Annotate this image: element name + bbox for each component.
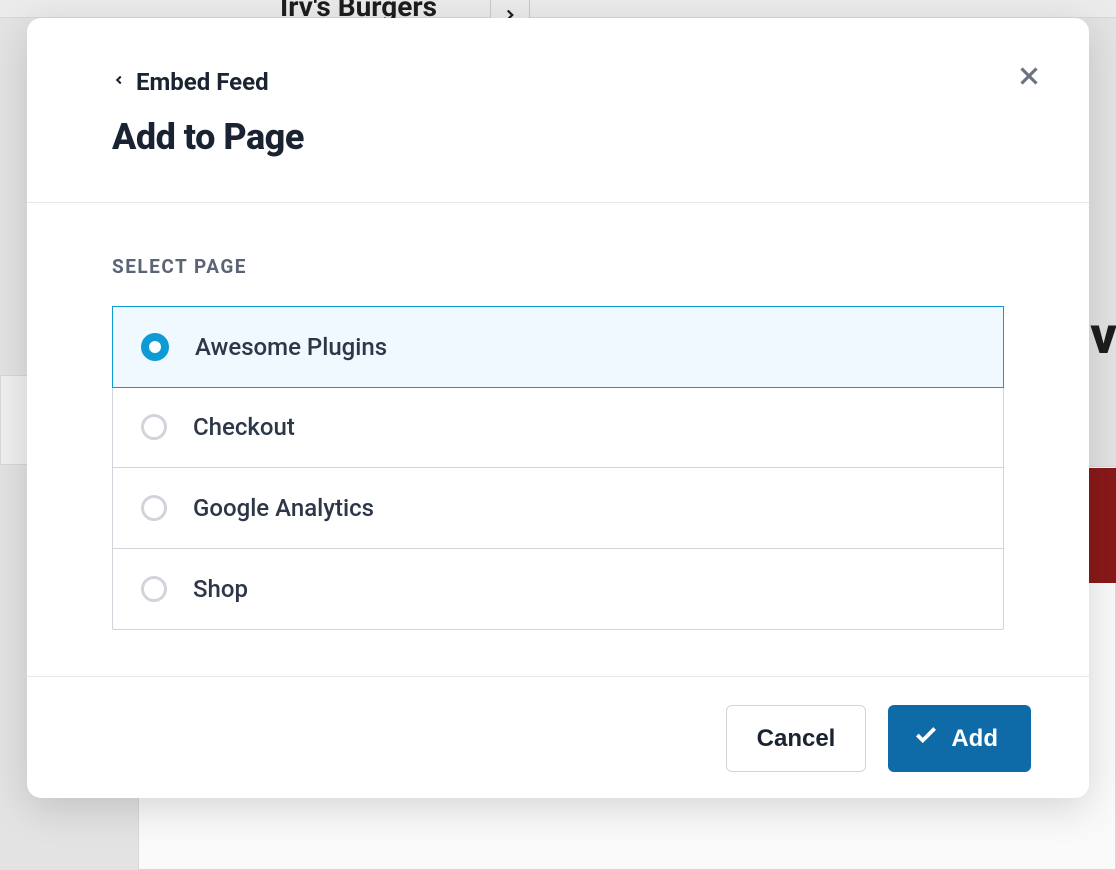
radio-icon [141, 576, 167, 602]
modal-body: SELECT PAGE Awesome Plugins Checkout Goo… [27, 203, 1089, 676]
section-label: SELECT PAGE [112, 255, 1004, 278]
close-button[interactable] [1009, 58, 1049, 98]
radio-option-checkout[interactable]: Checkout [113, 387, 1003, 468]
radio-icon [141, 333, 169, 361]
radio-label: Shop [193, 575, 248, 603]
check-icon [913, 722, 939, 755]
page-radio-list: Awesome Plugins Checkout Google Analytic… [112, 306, 1004, 630]
breadcrumb-back[interactable]: Embed Feed [112, 68, 1031, 96]
radio-label: Google Analytics [193, 494, 374, 522]
radio-option-shop[interactable]: Shop [113, 549, 1003, 629]
radio-label: Checkout [193, 413, 295, 441]
radio-option-awesome-plugins[interactable]: Awesome Plugins [112, 306, 1004, 388]
radio-icon [141, 414, 167, 440]
radio-option-google-analytics[interactable]: Google Analytics [113, 468, 1003, 549]
add-button-label: Add [951, 725, 998, 753]
cancel-button[interactable]: Cancel [726, 705, 867, 772]
add-button[interactable]: Add [888, 705, 1031, 772]
modal-header: Embed Feed Add to Page [27, 18, 1089, 203]
modal-footer: Cancel Add [27, 676, 1089, 798]
radio-icon [141, 495, 167, 521]
breadcrumb-label: Embed Feed [136, 68, 269, 96]
close-icon [1014, 61, 1044, 95]
chevron-left-icon [112, 69, 126, 95]
radio-label: Awesome Plugins [195, 333, 387, 361]
modal-title: Add to Page [112, 116, 1031, 158]
modal-dialog: Embed Feed Add to Page SELECT PAGE Aweso… [27, 18, 1089, 798]
cancel-button-label: Cancel [757, 725, 836, 753]
